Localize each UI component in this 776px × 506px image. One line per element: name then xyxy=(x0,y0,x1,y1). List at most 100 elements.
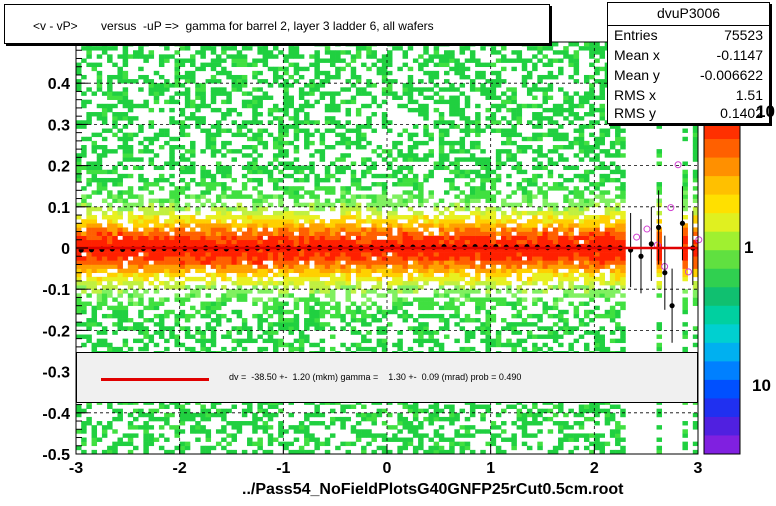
heatmap-cell xyxy=(542,54,548,59)
heatmap-cell xyxy=(340,124,346,129)
heatmap-cell xyxy=(210,107,217,113)
heatmap-cell xyxy=(469,50,476,55)
heatmap-cell xyxy=(418,425,424,430)
heatmap-cell xyxy=(552,227,559,232)
heatmap-cell xyxy=(392,145,398,150)
heatmap-cell xyxy=(449,441,455,447)
heatmap-cell xyxy=(480,87,486,92)
heatmap-cell xyxy=(241,272,248,278)
heatmap-cell xyxy=(153,305,160,311)
heatmap-cell xyxy=(485,280,491,286)
heatmap-cell xyxy=(241,74,248,80)
heatmap-cell xyxy=(153,272,160,278)
heatmap-cell xyxy=(96,87,103,92)
heatmap-cell xyxy=(252,169,258,175)
heatmap-cell xyxy=(164,58,170,63)
heatmap-cell xyxy=(314,198,320,203)
heatmap-cell xyxy=(501,239,507,245)
heatmap-cell xyxy=(158,301,165,306)
heatmap-cell xyxy=(542,194,548,199)
heatmap-cell xyxy=(501,66,507,72)
heatmap-cell xyxy=(501,301,507,306)
heatmap-cell xyxy=(138,157,144,162)
heatmap-cell xyxy=(475,132,481,138)
heatmap-cell xyxy=(96,330,103,335)
heatmap-cell xyxy=(174,433,180,438)
heatmap-cell xyxy=(371,301,377,306)
heatmap-cell xyxy=(355,46,362,51)
heatmap-cell xyxy=(112,416,118,422)
heatmap-cell xyxy=(278,235,284,241)
heatmap-cell xyxy=(350,95,357,100)
heatmap-cell xyxy=(547,58,554,63)
heatmap-cell xyxy=(428,437,434,442)
heatmap-cell xyxy=(542,153,548,158)
heatmap-cell xyxy=(122,235,129,241)
heatmap-cell xyxy=(464,297,471,302)
heatmap-cell xyxy=(184,58,191,63)
heatmap-cell xyxy=(501,421,507,426)
heatmap-cell xyxy=(480,46,486,51)
heatmap-cell xyxy=(304,215,310,220)
heatmap-cell xyxy=(127,206,134,212)
heatmap-cell xyxy=(283,87,289,92)
heatmap-cell xyxy=(117,272,123,278)
heatmap-cell xyxy=(387,412,393,418)
heatmap-cell xyxy=(418,338,424,344)
heatmap-cell xyxy=(241,54,248,59)
heatmap-cell xyxy=(221,416,227,422)
heatmap-cell xyxy=(148,50,155,55)
heatmap-cell xyxy=(127,54,134,59)
heatmap-cell xyxy=(288,219,294,224)
heatmap-cell xyxy=(480,301,486,306)
heatmap-cell xyxy=(241,235,248,241)
heatmap-cell xyxy=(267,268,274,274)
heatmap-cell xyxy=(340,215,346,220)
heatmap-cell xyxy=(501,116,507,121)
heatmap-cell xyxy=(397,437,403,442)
heatmap-cell xyxy=(376,338,383,344)
heatmap-cell xyxy=(485,210,491,216)
heatmap-cell xyxy=(516,256,523,261)
heatmap-cell xyxy=(101,268,108,274)
heatmap-cell xyxy=(345,136,352,142)
heatmap-cell xyxy=(272,182,279,187)
heatmap-cell xyxy=(262,289,269,294)
heatmap-cell xyxy=(86,99,92,105)
heatmap-cell xyxy=(148,433,155,438)
heatmap-cell xyxy=(262,58,269,63)
heatmap-cell xyxy=(376,309,383,315)
heatmap-cell xyxy=(428,268,434,274)
heatmap-cell xyxy=(454,272,460,278)
heatmap-cell xyxy=(205,433,212,438)
heatmap-cell xyxy=(309,239,315,245)
heatmap-cell xyxy=(262,215,269,220)
heatmap-cell xyxy=(532,149,538,154)
heatmap-cell xyxy=(184,103,191,109)
heatmap-cell xyxy=(475,404,481,409)
heatmap-cell xyxy=(459,445,466,451)
heatmap-cell xyxy=(148,334,155,339)
heatmap-cell xyxy=(381,437,388,442)
heatmap-cell xyxy=(361,318,367,323)
heatmap-cell xyxy=(221,190,227,195)
heatmap-cell xyxy=(490,62,497,68)
heatmap-cell xyxy=(304,165,310,171)
heatmap-cell xyxy=(314,322,320,327)
heatmap-cell xyxy=(480,91,486,96)
heatmap-cell xyxy=(158,74,165,80)
heatmap-cell xyxy=(304,256,310,261)
heatmap-cell xyxy=(221,301,227,306)
heatmap-cell xyxy=(169,116,175,121)
heatmap-cell xyxy=(438,132,445,138)
heatmap-cell xyxy=(355,342,362,348)
heatmap-cell xyxy=(475,140,481,146)
heatmap-cell xyxy=(381,182,388,187)
heatmap-cell xyxy=(475,280,481,286)
heatmap-cell xyxy=(418,260,424,265)
heatmap-cell xyxy=(81,235,87,241)
heatmap-cell xyxy=(169,210,175,216)
heatmap-cell xyxy=(143,206,149,212)
heatmap-cell xyxy=(444,87,450,92)
heatmap-cell xyxy=(340,342,346,348)
